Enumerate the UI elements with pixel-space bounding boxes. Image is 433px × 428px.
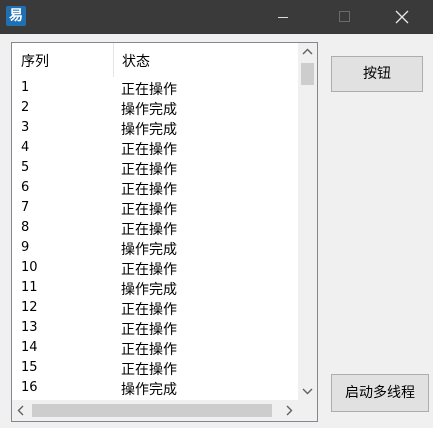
title-bar: 易 (0, 0, 433, 34)
list-item[interactable]: 4 正在操作 (12, 138, 298, 158)
list-item-index: 3 (21, 120, 30, 135)
list-item-index: 8 (21, 220, 30, 235)
chevron-left-icon (17, 405, 24, 416)
status-list-view[interactable]: 序列 状态 1 正在操作 2 操作完成 3 操作完成 4 正在操作 5 正在操作 6 正在操作 7 正在操… (11, 42, 318, 422)
list-header: 序列 状态 (12, 43, 298, 77)
list-item-status: 操作完成 (121, 282, 177, 298)
horizontal-scroll-thumb[interactable] (32, 404, 272, 417)
chevron-down-icon (302, 388, 313, 395)
minimize-button[interactable] (260, 0, 306, 34)
start-multithread-button[interactable]: 启动多线程 (331, 374, 429, 412)
list-item-status: 正在操作 (121, 362, 177, 378)
horizontal-scrollbar[interactable] (12, 400, 298, 421)
close-icon (395, 10, 409, 24)
maximize-icon (339, 11, 350, 22)
list-item[interactable]: 5 正在操作 (12, 158, 298, 178)
list-item-index: 6 (21, 180, 30, 195)
list-item-status: 正在操作 (121, 302, 177, 318)
list-item-index: 12 (21, 300, 38, 315)
maximize-button (322, 0, 368, 34)
list-item-status: 操作完成 (121, 102, 177, 118)
scrollbar-corner (298, 400, 317, 421)
list-item-status: 正在操作 (121, 162, 177, 178)
list-item[interactable]: 7 正在操作 (12, 198, 298, 218)
column-header-index[interactable]: 序列 (21, 51, 49, 71)
list-item[interactable]: 2 操作完成 (12, 98, 298, 118)
close-button[interactable] (379, 0, 425, 34)
list-item-index: 5 (21, 160, 30, 175)
list-item-status: 正在操作 (121, 202, 177, 218)
list-item-index: 11 (21, 280, 38, 295)
list-item[interactable]: 10 正在操作 (12, 258, 298, 278)
list-item[interactable]: 3 操作完成 (12, 118, 298, 138)
list-item-index: 15 (21, 360, 38, 375)
list-item-index: 16 (21, 380, 38, 395)
list-item-status: 正在操作 (121, 142, 177, 158)
minimize-icon (278, 17, 288, 18)
list-item-index: 14 (21, 340, 38, 355)
list-item-status: 操作完成 (121, 382, 177, 398)
list-item[interactable]: 6 正在操作 (12, 178, 298, 198)
list-item-status: 正在操作 (121, 342, 177, 358)
scroll-right-button[interactable] (280, 400, 298, 421)
column-header-status[interactable]: 状态 (122, 51, 150, 71)
column-divider[interactable] (113, 43, 114, 77)
list-item-status: 正在操作 (121, 82, 177, 98)
list-item-index: 9 (21, 240, 30, 255)
list-item[interactable]: 15 正在操作 (12, 358, 298, 378)
chevron-up-icon (302, 48, 313, 55)
list-item[interactable]: 12 正在操作 (12, 298, 298, 318)
list-item-status: 操作完成 (121, 242, 177, 258)
list-item-status: 正在操作 (121, 322, 177, 338)
chevron-right-icon (286, 405, 293, 416)
list-item-index: 4 (21, 140, 30, 155)
list-item-status: 正在操作 (121, 262, 177, 278)
vertical-scrollbar[interactable] (298, 43, 317, 400)
list-item-index: 10 (21, 260, 38, 275)
list-item[interactable]: 9 操作完成 (12, 238, 298, 258)
list-item-index: 13 (21, 320, 38, 335)
scroll-left-button[interactable] (12, 400, 30, 421)
list-item[interactable]: 14 正在操作 (12, 338, 298, 358)
list-item-status: 正在操作 (121, 222, 177, 238)
app-icon-glyph: 易 (9, 8, 23, 24)
app-icon: 易 (6, 6, 26, 26)
list-item-status: 操作完成 (121, 122, 177, 138)
list-item-status: 正在操作 (121, 182, 177, 198)
vertical-scroll-thumb[interactable] (301, 63, 314, 85)
list-item[interactable]: 13 正在操作 (12, 318, 298, 338)
list-item[interactable]: 8 正在操作 (12, 218, 298, 238)
list-item[interactable]: 1 正在操作 (12, 78, 298, 98)
list-item[interactable]: 11 操作完成 (12, 278, 298, 298)
list-item[interactable]: 16 操作完成 (12, 378, 298, 398)
list-item-index: 7 (21, 200, 30, 215)
list-item-index: 2 (21, 100, 30, 115)
main-button[interactable]: 按钮 (331, 56, 423, 92)
scroll-down-button[interactable] (298, 382, 317, 400)
list-item-index: 1 (21, 80, 30, 95)
list-rows: 1 正在操作 2 操作完成 3 操作完成 4 正在操作 5 正在操作 6 正在操作 7 正在操作 8 正在操作… (12, 78, 298, 400)
scroll-up-button[interactable] (298, 43, 317, 61)
